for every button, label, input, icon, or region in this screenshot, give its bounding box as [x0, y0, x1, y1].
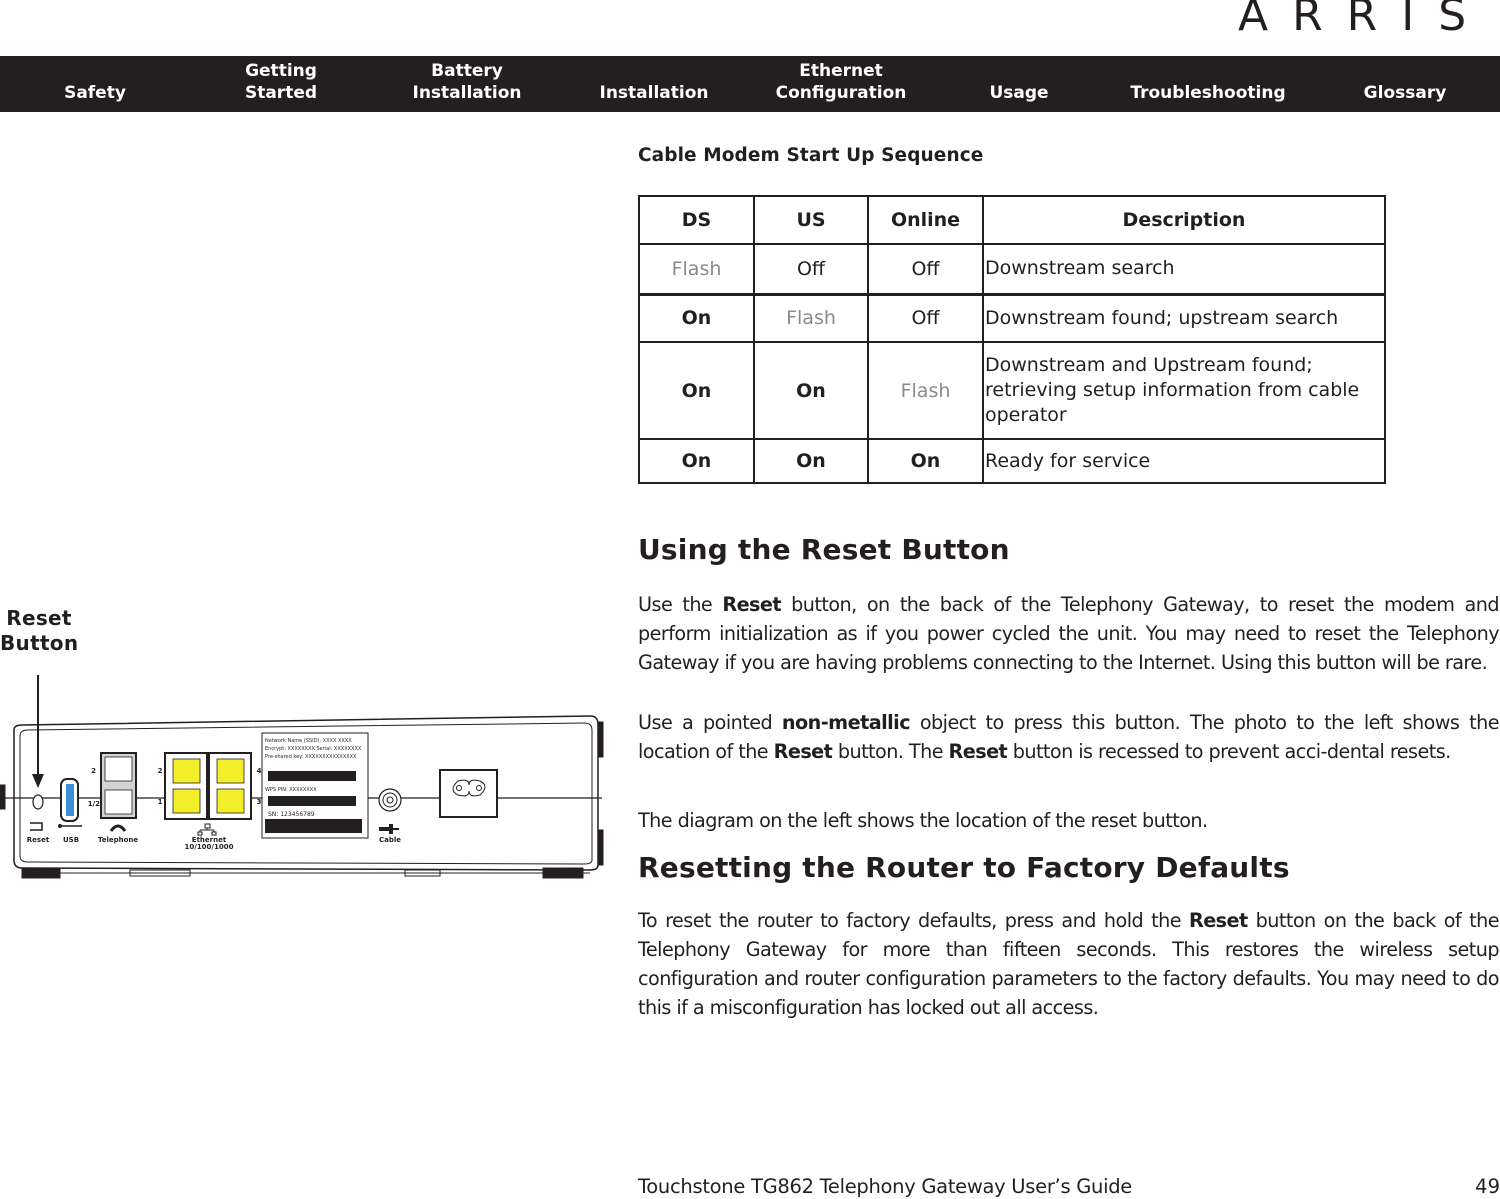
description-cell: Ready for service [982, 438, 1386, 484]
nav-glossary[interactable]: Glossary [1364, 56, 1447, 112]
description-cell: Downstream search [982, 243, 1386, 295]
table-title: Cable Modem Start Up Sequence [638, 145, 984, 166]
eth-port-number: 4 [257, 767, 262, 775]
nav-label: Safety [64, 83, 126, 103]
emphasis: Reset [1188, 909, 1248, 932]
text: To reset the router to factory defaults,… [638, 909, 1189, 932]
coax-icon [379, 824, 399, 834]
gateway-rear-panel-diagram: Reset USB 2 1/2 Telephone 2 1 4 3 Ethern… [0, 675, 604, 879]
ethernet-speed-label: 10/100/1000 [185, 843, 234, 851]
ds-cell: On [638, 292, 755, 343]
eth-port-number: 2 [158, 767, 163, 775]
nav-label: Troubleshooting [1130, 83, 1286, 103]
nav-troubleshooting[interactable]: Troubleshooting [1130, 56, 1285, 112]
eth-port-number: 1 [158, 798, 163, 806]
online-cell: Off [867, 243, 984, 295]
top-navigation: Safety Getting Started Battery Installat… [0, 56, 1500, 112]
factory-section-heading: Resetting the Router to Factory Defaults [638, 851, 1290, 884]
us-cell: On [753, 341, 869, 440]
us-cell: Off [753, 243, 869, 295]
nav-label: Installation [412, 83, 522, 103]
nav-label: Getting [245, 61, 317, 81]
us-cell: Flash [753, 292, 869, 343]
reset-paragraph-1: Use the Reset button, on the back of the… [638, 590, 1500, 677]
nav-label: Ethernet [799, 61, 883, 81]
column-header-ds: DS [638, 195, 755, 245]
emphasis: Reset [948, 740, 1008, 763]
nav-label: Glossary [1363, 83, 1447, 103]
column-header-us: US [753, 195, 869, 245]
startup-sequence-table: DS US Online Description Flash Off Off D… [638, 195, 1386, 484]
ds-cell: Flash [638, 243, 755, 295]
text: button. The [832, 740, 949, 763]
nav-installation[interactable]: Installation [599, 56, 708, 112]
reset-button-callout: Reset Button [0, 606, 78, 656]
callout-arrow [32, 675, 44, 788]
reset-port-label: Reset [27, 836, 50, 844]
telephone-port-label: Telephone [98, 836, 139, 844]
text: button is recessed to prevent acci-denta… [1007, 740, 1452, 763]
reset-paragraph-3: The diagram on the left shows the locati… [638, 809, 1208, 832]
table-row: On On Flash Downstream and Upstream foun… [638, 341, 1386, 440]
column-header-description: Description [982, 195, 1386, 245]
reset-icon [30, 822, 43, 831]
ethernet-icon [197, 823, 217, 836]
sticker-line: Pre-shared key: XXXXXXXXXXXXXXX [265, 754, 357, 760]
tel-port-number: 2 [91, 767, 96, 775]
nav-usage[interactable]: Usage [989, 56, 1048, 112]
cable-port-label: Cable [379, 836, 401, 844]
usb-port-label: USB [63, 836, 79, 844]
reset-section-heading: Using the Reset Button [638, 533, 1010, 566]
ds-cell: On [638, 341, 755, 440]
product-label-sticker: Network Name (SSID): XXXX XXXX Encrypt: … [261, 732, 369, 839]
table-header-row: DS US Online Description [638, 195, 1386, 245]
nav-safety[interactable]: Safety [64, 56, 126, 112]
text: Use the [638, 593, 723, 616]
nav-label: Usage [989, 83, 1049, 103]
footer-document-title: Touchstone TG862 Telephony Gateway User’… [638, 1175, 1132, 1198]
usb-port [58, 778, 82, 828]
reset-paragraph-2: Use a pointed non-metallic object to pre… [638, 708, 1500, 766]
page-number: 49 [1475, 1175, 1500, 1198]
emphasis: Reset [773, 740, 833, 763]
sticker-line: SN: 123456789 [268, 811, 315, 818]
coax-cable-port [378, 788, 402, 834]
callout-line: Button [0, 631, 79, 655]
nav-label: Configuration [775, 83, 907, 103]
nav-getting-started[interactable]: Getting Started [245, 56, 317, 112]
table-row: On On On Ready for service [638, 438, 1386, 484]
online-cell: Flash [867, 341, 984, 440]
callout-line: Reset [6, 606, 72, 630]
telephone-ports [100, 752, 137, 832]
emphasis: Reset [722, 593, 782, 616]
nav-ethernet-configuration[interactable]: Ethernet Configuration [776, 56, 907, 112]
factory-paragraph: To reset the router to factory defaults,… [638, 906, 1500, 1022]
us-cell: On [753, 438, 869, 484]
tel-port-number: 1/2 [88, 800, 100, 808]
emphasis: non-metallic [781, 711, 911, 734]
nav-label: Battery [431, 61, 503, 81]
power-inlet [439, 769, 498, 818]
nav-label: Started [244, 83, 318, 103]
sticker-line: Network Name (SSID): XXXX XXXX [265, 738, 352, 744]
online-cell: Off [867, 292, 984, 343]
table-row: Flash Off Off Downstream search [638, 243, 1386, 295]
sticker-line: Encrypt: XXXXXXXX Serial: XXXXXXXX [265, 746, 362, 752]
sticker-line: WPS PIN: XXXXXXXX [265, 787, 317, 793]
text: Use a pointed [638, 711, 782, 734]
table-row: On Flash Off Downstream found; upstream … [638, 292, 1386, 343]
arris-logo: ARRIS [1238, 0, 1491, 41]
ds-cell: On [638, 438, 755, 484]
ethernet-ports [164, 752, 252, 836]
eth-port-number: 3 [257, 798, 262, 806]
description-cell: Downstream found; upstream search [982, 292, 1386, 343]
online-cell: On [867, 438, 984, 484]
description-cell: Downstream and Upstream found; retrievin… [982, 341, 1386, 440]
nav-battery-installation[interactable]: Battery Installation [412, 56, 521, 112]
barcode [265, 771, 362, 833]
reset-button [30, 794, 44, 831]
telephone-icon [109, 824, 127, 832]
nav-label: Installation [599, 83, 709, 103]
column-header-online: Online [867, 195, 984, 245]
